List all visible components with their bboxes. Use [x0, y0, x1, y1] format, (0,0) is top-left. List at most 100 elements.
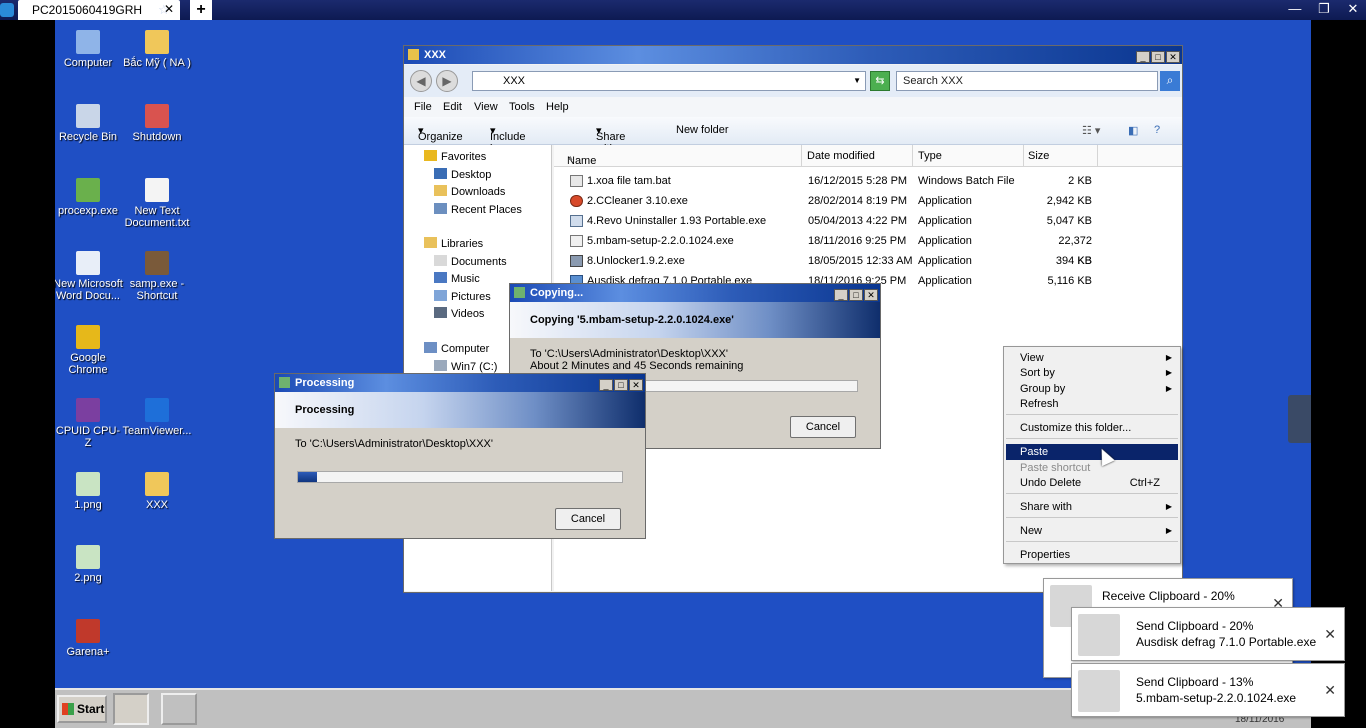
close-tab-icon[interactable]: ✕: [164, 2, 174, 16]
maximize-button[interactable]: □: [849, 289, 863, 301]
processing-titlebar[interactable]: Processing _ □ ✕: [275, 374, 645, 392]
libraries-icon: [424, 237, 437, 248]
back-button[interactable]: ◀: [410, 70, 432, 92]
desktop-icon-1-png[interactable]: 1.png: [55, 472, 123, 511]
nav-music[interactable]: Music: [434, 271, 480, 287]
desktop-icon-shutdown[interactable]: Shutdown: [122, 104, 192, 143]
desktop-icon-word-document[interactable]: New Microsoft Word Docu...: [55, 251, 123, 302]
cpuz-icon: [76, 398, 100, 422]
session-tab[interactable]: PC2015060419GRH ☆: [18, 0, 180, 20]
menu-view[interactable]: View: [474, 101, 498, 113]
menu-item-sort-by[interactable]: Sort by ▶: [1006, 365, 1178, 381]
nav-documents[interactable]: Documents: [434, 254, 507, 270]
include-in-library-button[interactable]: Include in library ▾: [490, 124, 525, 167]
close-icon[interactable]: ✕: [1324, 682, 1336, 699]
nav-computer[interactable]: Computer: [424, 341, 489, 357]
teamviewer-panel-icon[interactable]: [1288, 395, 1311, 443]
desktop-icon-chrome[interactable]: Google Chrome: [55, 325, 123, 376]
taskbar-teamviewer-icon[interactable]: [161, 693, 197, 725]
menu-item-view[interactable]: View ▶: [1006, 350, 1178, 366]
menu-item-refresh[interactable]: Refresh: [1006, 396, 1178, 412]
nav-pictures[interactable]: Pictures: [434, 289, 491, 305]
new-tab-button[interactable]: +: [190, 0, 212, 20]
address-field[interactable]: XXX ▼: [472, 71, 866, 91]
explorer-titlebar[interactable]: XXX _ □ ✕: [404, 46, 1182, 64]
desktop-icon-teamviewer[interactable]: TeamViewer...: [122, 398, 192, 437]
desktop-icon-procexp[interactable]: procexp.exe: [55, 178, 123, 217]
nav-downloads[interactable]: Downloads: [434, 184, 505, 200]
taskbar-explorer-icon[interactable]: [113, 693, 149, 725]
menu-file[interactable]: File: [414, 101, 432, 113]
menu-item-undo-delete[interactable]: Undo Delete Ctrl+Z: [1006, 475, 1178, 491]
restore-button[interactable]: ❐: [1311, 0, 1337, 18]
file-row[interactable]: 5.mbam-setup-2.2.0.1024.exe 18/11/2016 9:…: [554, 231, 1182, 267]
context-menu[interactable]: View ▶ Sort by ▶ Group by ▶ Refresh Customi…: [1003, 346, 1181, 564]
chevron-down-icon[interactable]: ▼: [853, 72, 861, 90]
file-row[interactable]: 1.xoa file tam.bat 16/12/2015 5:28 PM Wind…: [554, 171, 1182, 191]
forward-button[interactable]: ▶: [436, 70, 458, 92]
maximize-button[interactable]: □: [1151, 51, 1165, 63]
minimize-button[interactable]: _: [1136, 51, 1150, 63]
copying-titlebar[interactable]: Copying... _ □ ✕: [510, 284, 880, 302]
search-icon[interactable]: ⌕: [1160, 71, 1180, 91]
menu-item-group-by[interactable]: Group by ▶: [1006, 381, 1178, 397]
menu-tools[interactable]: Tools: [509, 101, 535, 113]
submenu-arrow-icon: ▶: [1165, 353, 1172, 362]
desktop-icon-recycle-bin[interactable]: Recycle Bin: [55, 104, 123, 143]
nav-libraries[interactable]: Libraries: [424, 236, 483, 252]
desktop-icon-computer[interactable]: Computer: [55, 30, 123, 69]
cancel-button[interactable]: Cancel: [790, 416, 856, 438]
text-file-icon: [145, 178, 169, 202]
clipboard-notification[interactable]: Send Clipboard - 13% 5.mbam-setup-2.2.0.…: [1071, 663, 1345, 717]
music-icon: [434, 272, 447, 283]
desktop-icon-samp[interactable]: samp.exe - Shortcut: [122, 251, 192, 302]
search-input[interactable]: Search XXX: [896, 71, 1158, 91]
close-button[interactable]: ✕: [1166, 51, 1180, 63]
minimize-button[interactable]: _: [599, 379, 613, 391]
clipboard-notification[interactable]: Send Clipboard - 20% Ausdisk defrag 7.1.…: [1071, 607, 1345, 661]
preview-pane-icon[interactable]: ◧: [1128, 124, 1138, 137]
desktop-icon-xxx[interactable]: XXX: [122, 472, 192, 511]
menu-item-paste[interactable]: Paste: [1006, 444, 1178, 460]
menu-edit[interactable]: Edit: [443, 101, 462, 113]
menu-item-properties[interactable]: Properties: [1006, 547, 1178, 563]
menu-item-paste-shortcut[interactable]: Paste shortcut: [1006, 460, 1178, 476]
menu-bar: File Edit View Tools Help: [404, 97, 1182, 117]
share-with-button[interactable]: Share with ▾: [596, 124, 625, 155]
menu-item-customize-folder[interactable]: Customize this folder...: [1006, 420, 1178, 436]
desktop-icon-2-png[interactable]: 2.png: [55, 545, 123, 584]
menu-item-share-with[interactable]: Share with ▶: [1006, 499, 1178, 515]
desktop-icon-cpuz[interactable]: CPUID CPU-Z: [55, 398, 123, 449]
nav-desktop[interactable]: Desktop: [434, 167, 491, 183]
minimize-button[interactable]: —: [1282, 0, 1308, 18]
file-row[interactable]: 4.Revo Uninstaller 1.93 Portable.exe 05/0…: [554, 211, 1182, 231]
file-row[interactable]: 8.Unlocker1.9.2.exe 18/05/2015 12:33 AM Ap…: [554, 251, 1182, 271]
start-button[interactable]: Start: [57, 695, 107, 723]
desktop-icon-garena[interactable]: Garena+: [55, 619, 123, 658]
close-button[interactable]: ✕: [864, 289, 878, 301]
help-icon[interactable]: ?: [1154, 124, 1160, 136]
revo-uninstaller-icon: [570, 215, 583, 227]
nav-videos[interactable]: Videos: [434, 306, 484, 322]
close-button[interactable]: ✕: [1340, 0, 1366, 18]
new-folder-button[interactable]: New folder: [676, 124, 729, 136]
processing-dialog[interactable]: Processing _ □ ✕ Processing To 'C:\Users\A…: [274, 373, 646, 539]
nav-recent-places[interactable]: Recent Places: [434, 202, 522, 218]
desktop-icon-new-text-document[interactable]: New Text Document.txt: [122, 178, 192, 229]
menu-help[interactable]: Help: [546, 101, 569, 113]
desktop-icon-bac-my[interactable]: Bắc Mỹ ( NA ): [122, 30, 192, 69]
organize-button[interactable]: Organize ▾: [418, 124, 463, 143]
session-tab-title: PC2015060419GRH: [32, 3, 143, 17]
nav-favorites[interactable]: Favorites: [424, 149, 486, 165]
menu-item-new[interactable]: New ▶: [1006, 523, 1178, 539]
minimize-button[interactable]: _: [834, 289, 848, 301]
maximize-button[interactable]: □: [614, 379, 628, 391]
refresh-icon[interactable]: ⇆: [870, 71, 890, 91]
close-icon[interactable]: ✕: [1324, 626, 1336, 643]
cancel-button[interactable]: Cancel: [555, 508, 621, 530]
view-options-icon[interactable]: ☷ ▾: [1082, 124, 1100, 137]
file-row[interactable]: 2.CCleaner 3.10.exe 28/02/2014 8:19 PM App…: [554, 191, 1182, 211]
application-icon: [570, 235, 583, 247]
garena-icon: [76, 619, 100, 643]
close-button[interactable]: ✕: [629, 379, 643, 391]
